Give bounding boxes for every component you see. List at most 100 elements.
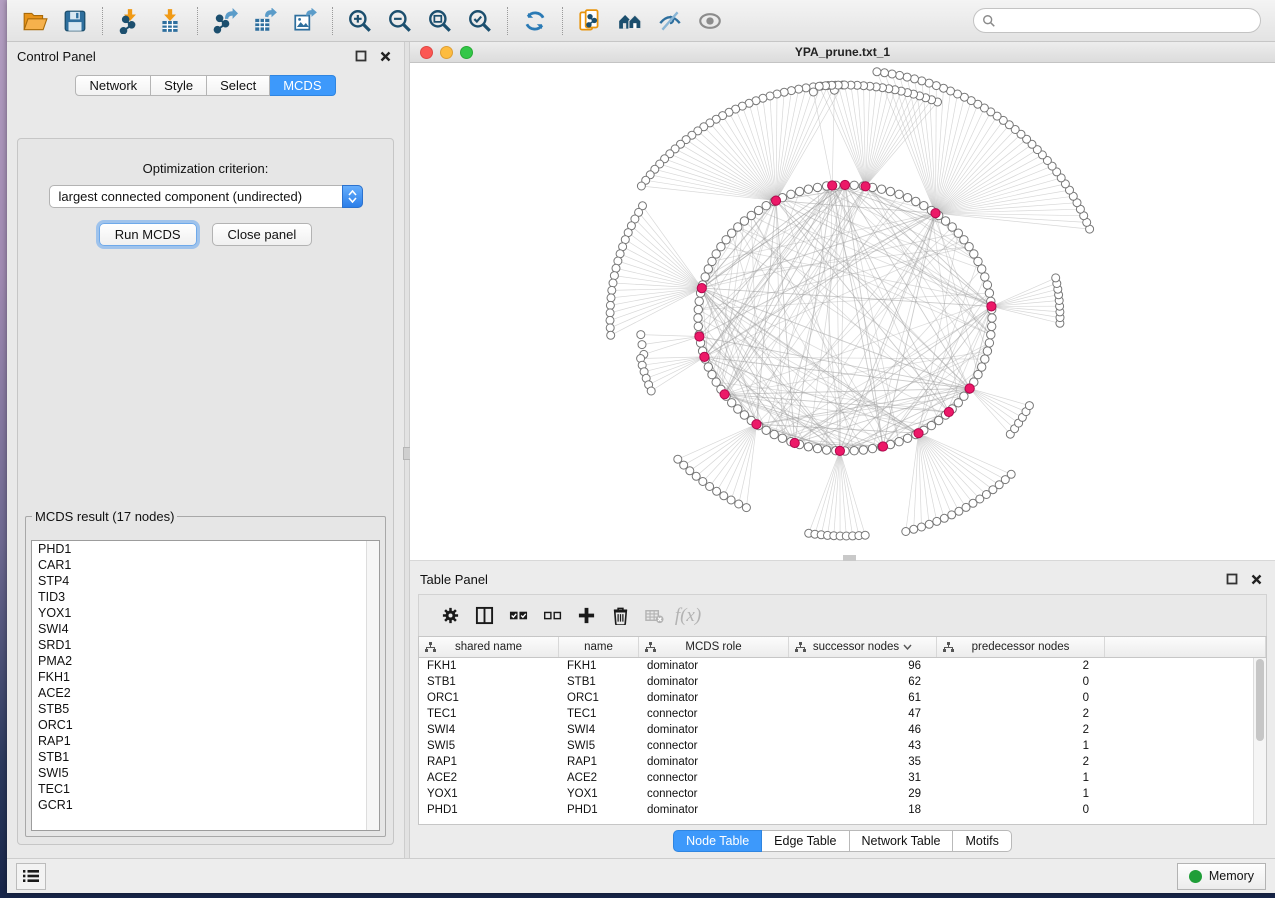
- mcds-result-item[interactable]: ACE2: [32, 685, 379, 701]
- zoom-selected-icon[interactable]: [460, 4, 500, 38]
- mcds-result-item[interactable]: SWI5: [32, 765, 379, 781]
- table-row[interactable]: PHD1PHD1dominator180: [419, 802, 1266, 818]
- close-panel-button[interactable]: Close panel: [212, 223, 313, 246]
- mcds-result-item[interactable]: GCR1: [32, 797, 379, 813]
- table-cell: YOX1: [419, 788, 559, 800]
- column-header-predecessor-nodes[interactable]: predecessor nodes: [937, 637, 1105, 657]
- tab-node-table[interactable]: Node Table: [673, 830, 762, 852]
- table-cell: RAP1: [419, 756, 559, 768]
- export-table-icon[interactable]: [245, 4, 285, 38]
- network-from-file-icon[interactable]: [570, 4, 610, 38]
- list-scrollbar[interactable]: [366, 541, 379, 830]
- node-table: shared namenameMCDS rolesuccessor nodesp…: [418, 636, 1267, 825]
- close-panel-icon[interactable]: [376, 47, 394, 65]
- optimization-criterion-label: Optimization criterion:: [18, 161, 393, 176]
- column-header-MCDS-role[interactable]: MCDS role: [639, 637, 789, 657]
- criterion-dropdown[interactable]: largest connected component (undirected): [49, 185, 363, 208]
- table-row[interactable]: FKH1FKH1dominator962: [419, 658, 1266, 674]
- table-tabs: Node TableEdge TableNetwork TableMotifs: [410, 828, 1275, 853]
- table-scrollbar[interactable]: [1253, 658, 1266, 824]
- mcds-result-list[interactable]: PHD1CAR1STP4TID3YOX1SWI4SRD1PMA2FKH1ACE2…: [31, 540, 380, 831]
- zoom-fit-icon[interactable]: [420, 4, 460, 38]
- tab-mcds[interactable]: MCDS: [270, 75, 335, 96]
- table-row[interactable]: RAP1RAP1dominator352: [419, 754, 1266, 770]
- show-columns-icon[interactable]: [467, 601, 501, 631]
- network-canvas[interactable]: [410, 63, 1275, 560]
- splitter-handle[interactable]: [843, 555, 856, 561]
- table-row[interactable]: TEC1TEC1connector472: [419, 706, 1266, 722]
- toolbar-separator: [102, 7, 103, 35]
- column-header-name[interactable]: name: [559, 637, 639, 657]
- maximize-window-icon[interactable]: [460, 46, 473, 59]
- zoom-out-icon[interactable]: [380, 4, 420, 38]
- search-input[interactable]: [1001, 13, 1252, 29]
- delete-column-icon[interactable]: [603, 601, 637, 631]
- column-type-icon: [795, 642, 806, 653]
- export-image-icon[interactable]: [285, 4, 325, 38]
- table-cell: 0: [937, 676, 1105, 688]
- table-row[interactable]: STB1STB1dominator620: [419, 674, 1266, 690]
- tab-network-table[interactable]: Network Table: [850, 830, 954, 852]
- table-cell: FKH1: [419, 660, 559, 672]
- run-mcds-button[interactable]: Run MCDS: [99, 223, 197, 246]
- save-session-icon[interactable]: [55, 4, 95, 38]
- export-network-icon[interactable]: [205, 4, 245, 38]
- table-row[interactable]: ACE2ACE2connector311: [419, 770, 1266, 786]
- mcds-result-item[interactable]: STB1: [32, 749, 379, 765]
- column-header-shared-name[interactable]: shared name: [419, 637, 559, 657]
- tab-motifs[interactable]: Motifs: [953, 830, 1011, 852]
- task-history-button[interactable]: [16, 863, 46, 890]
- minimize-window-icon[interactable]: [440, 46, 453, 59]
- search-field[interactable]: [973, 8, 1261, 33]
- first-neighbors-icon[interactable]: [610, 4, 650, 38]
- mcds-result-item[interactable]: YOX1: [32, 605, 379, 621]
- table-row[interactable]: ORC1ORC1dominator610: [419, 690, 1266, 706]
- table-row[interactable]: YOX1YOX1connector291: [419, 786, 1266, 802]
- table-cell: connector: [639, 772, 789, 784]
- import-table-icon[interactable]: [150, 4, 190, 38]
- mcds-result-item[interactable]: STP4: [32, 573, 379, 589]
- scrollbar-thumb[interactable]: [1256, 659, 1264, 741]
- mcds-result-item[interactable]: ORC1: [32, 717, 379, 733]
- refresh-icon[interactable]: [515, 4, 555, 38]
- zoom-in-icon[interactable]: [340, 4, 380, 38]
- close-window-icon[interactable]: [420, 46, 433, 59]
- column-header-successor-nodes[interactable]: successor nodes: [789, 637, 937, 657]
- add-column-icon[interactable]: [569, 601, 603, 631]
- show-all-icon[interactable]: [690, 4, 730, 38]
- tab-style[interactable]: Style: [151, 75, 207, 96]
- close-panel-icon[interactable]: [1247, 570, 1265, 588]
- table-row[interactable]: SWI5SWI5connector431: [419, 738, 1266, 754]
- deselect-all-icon[interactable]: [535, 601, 569, 631]
- table-cell: 2: [937, 708, 1105, 720]
- table-cell: ORC1: [419, 692, 559, 704]
- select-all-icon[interactable]: [501, 601, 535, 631]
- table-cell: STB1: [559, 676, 639, 688]
- table-cell: 18: [789, 804, 937, 816]
- tab-network[interactable]: Network: [75, 75, 151, 96]
- hide-selected-icon[interactable]: [650, 4, 690, 38]
- mcds-result-item[interactable]: TID3: [32, 589, 379, 605]
- mcds-result-item[interactable]: PMA2: [32, 653, 379, 669]
- float-panel-icon[interactable]: [1223, 570, 1241, 588]
- mcds-result-item[interactable]: PHD1: [32, 541, 379, 557]
- table-row[interactable]: SWI4SWI4dominator462: [419, 722, 1266, 738]
- mcds-result-item[interactable]: STB5: [32, 701, 379, 717]
- mcds-result-item[interactable]: TEC1: [32, 781, 379, 797]
- table-cell: RAP1: [559, 756, 639, 768]
- table-options-icon[interactable]: [433, 601, 467, 631]
- mcds-result-item[interactable]: SWI4: [32, 621, 379, 637]
- tab-select[interactable]: Select: [207, 75, 270, 96]
- mcds-result-item[interactable]: CAR1: [32, 557, 379, 573]
- mcds-result-item[interactable]: RAP1: [32, 733, 379, 749]
- tab-edge-table[interactable]: Edge Table: [762, 830, 849, 852]
- import-network-icon[interactable]: [110, 4, 150, 38]
- open-file-icon[interactable]: [15, 4, 55, 38]
- table-panel: Table Panel: [410, 565, 1275, 858]
- float-panel-icon[interactable]: [352, 47, 370, 65]
- memory-button[interactable]: Memory: [1177, 863, 1266, 890]
- function-builder-icon: f(x): [671, 601, 705, 631]
- mcds-result-item[interactable]: FKH1: [32, 669, 379, 685]
- horizontal-splitter[interactable]: [410, 560, 1275, 565]
- mcds-result-item[interactable]: SRD1: [32, 637, 379, 653]
